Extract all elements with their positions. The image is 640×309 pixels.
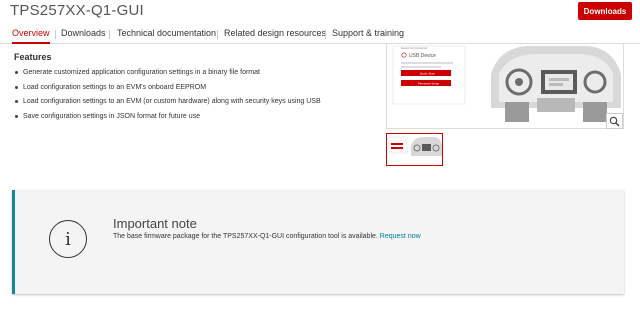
header-bar: TPS257XX-Q1-GUI Downloads [0, 0, 640, 24]
features-list: Generate customized application configur… [14, 68, 374, 126]
tab-bar: Overview Downloads Technical documentati… [0, 24, 640, 44]
downloads-button[interactable]: Downloads [578, 2, 632, 20]
feature-item: Generate customized application configur… [14, 68, 374, 83]
product-preview-image[interactable]: Device Not Connected USB Device Quick St… [386, 44, 624, 129]
preview-thumbnail[interactable] [386, 133, 443, 166]
tab-related-design-resources[interactable]: Related design resources [224, 28, 326, 44]
tab-overview[interactable]: Overview [12, 28, 50, 44]
request-now-link[interactable]: Request now [380, 233, 421, 240]
screen-heading: Device Not Connected [401, 46, 428, 50]
page-title: TPS257XX-Q1-GUI [10, 2, 144, 19]
feature-item: Save configuration settings in JSON form… [14, 112, 374, 127]
note-title: Important note [113, 216, 197, 231]
gui-car-illustration: Device Not Connected USB Device Quick St… [387, 44, 623, 128]
note-text: The base firmware package for the TPS257… [113, 233, 421, 240]
note-message: The base firmware package for the TPS257… [113, 233, 378, 240]
feature-item: Load configuration settings to an EVM's … [14, 83, 374, 98]
important-note-card: i Important note The base firmware packa… [12, 190, 624, 294]
magnifier-icon [609, 116, 620, 126]
info-icon: i [49, 220, 87, 258]
screen-title: USB Device [409, 53, 436, 59]
thumbnail-image [387, 134, 442, 165]
tab-support-training[interactable]: Support & training [332, 28, 404, 44]
tab-divider [217, 30, 218, 39]
screen-button-firmware-setup: Firmware Setup [418, 82, 440, 86]
zoom-button[interactable] [606, 113, 623, 129]
tab-downloads[interactable]: Downloads [61, 28, 106, 44]
tab-divider [55, 30, 56, 39]
screen-button-quick-start: Quick Start [420, 72, 435, 76]
tab-divider [325, 30, 326, 39]
features-heading: Features [14, 52, 52, 62]
feature-item: Load configuration settings to an EVM (o… [14, 97, 374, 112]
tab-divider [109, 30, 110, 39]
tab-technical-documentation[interactable]: Technical documentation [117, 28, 216, 44]
